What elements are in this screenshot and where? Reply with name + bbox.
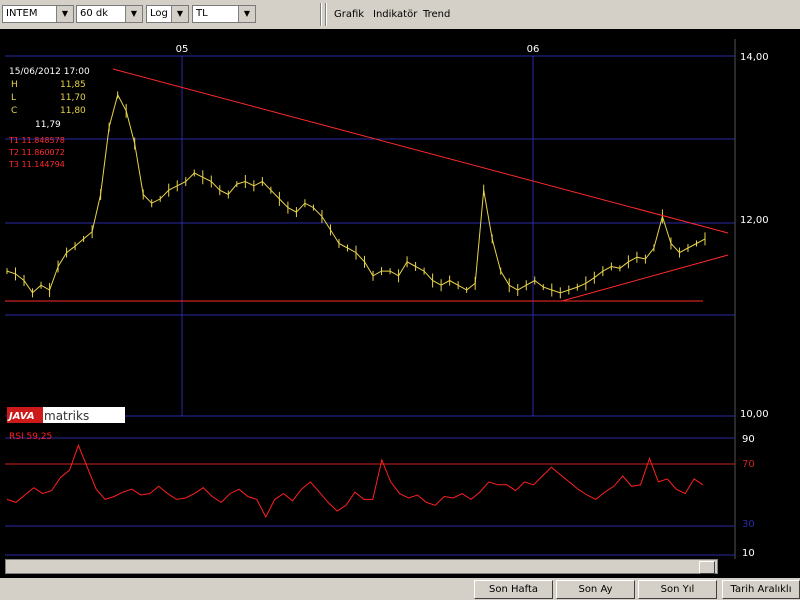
stock-chart[interactable]: 05 06 14,00 12,00 10,00 15/06/2012 17:00…: [0, 29, 800, 577]
info-c-label: C: [11, 106, 17, 116]
chevron-down-icon[interactable]: ▼: [238, 6, 255, 22]
interval-value: 60 dk: [80, 8, 109, 19]
javamatriks-logo: JAVA matriks: [7, 407, 125, 423]
y-tick-label: 12,00: [740, 215, 769, 226]
x-tick-label: 06: [527, 44, 540, 55]
info-last: 11,79: [35, 120, 61, 130]
rsi-series-line: [6, 443, 704, 519]
rsi-tick-label: 30: [742, 519, 755, 530]
rsi-tick-label: 10: [742, 548, 755, 559]
svg-text:matriks: matriks: [44, 409, 89, 423]
price-bars: [6, 91, 706, 299]
toolbar: INTEM ▼ 60 dk ▼ Log ▼ TL ▼ Grafik Indika…: [0, 0, 800, 29]
toolbar-divider: [320, 3, 322, 26]
symbol-select[interactable]: INTEM ▼: [2, 5, 74, 23]
svg-text:JAVA: JAVA: [7, 411, 35, 422]
info-l-label: L: [11, 93, 16, 103]
chart-grid: [5, 39, 736, 559]
price-series-line: [6, 93, 706, 294]
trend-line-resistance[interactable]: [112, 68, 729, 234]
menu-trend[interactable]: Trend: [423, 9, 450, 20]
x-tick-label: 05: [176, 44, 189, 55]
trend-value-t2: T2 11.860072: [8, 148, 65, 157]
scale-select[interactable]: Log ▼: [146, 5, 189, 23]
trend-value-t3: T3 11.144794: [8, 160, 65, 169]
chart-scrollbar[interactable]: [5, 559, 718, 574]
bottom-bar: Son Hafta Son Ay Son Yıl Tarih Aralıklı: [0, 578, 800, 600]
y-tick-label: 14,00: [740, 52, 769, 63]
last-month-button[interactable]: Son Ay: [556, 580, 635, 599]
scale-value: Log: [150, 8, 168, 19]
info-close: 11,80: [60, 106, 86, 116]
menu-indikator[interactable]: Indikatör: [373, 9, 417, 20]
interval-select[interactable]: 60 dk ▼: [76, 5, 143, 23]
date-range-button[interactable]: Tarih Aralıklı: [722, 580, 800, 599]
last-year-button[interactable]: Son Yıl: [638, 580, 717, 599]
y-tick-label: 10,00: [740, 409, 769, 420]
scrollbar-thumb[interactable]: [699, 561, 715, 574]
rsi-tick-label: 90: [742, 434, 755, 445]
chevron-down-icon[interactable]: ▼: [125, 6, 142, 22]
info-high: 11,85: [60, 80, 86, 90]
info-low: 11,70: [60, 93, 86, 103]
menu-grafik[interactable]: Grafik: [334, 9, 364, 20]
rsi-tick-label: 70: [742, 459, 755, 470]
info-date: 15/06/2012 17:00: [9, 67, 90, 77]
chevron-down-icon[interactable]: ▼: [171, 6, 188, 22]
trend-value-t1: T1 11.848578: [8, 136, 65, 145]
currency-select[interactable]: TL ▼: [192, 5, 256, 23]
currency-value: TL: [196, 8, 208, 19]
info-h-label: H: [11, 80, 18, 90]
last-week-button[interactable]: Son Hafta: [474, 580, 553, 599]
symbol-value: INTEM: [6, 8, 38, 19]
toolbar-divider: [325, 3, 327, 26]
rsi-label: RSI 59,25: [9, 432, 52, 442]
chevron-down-icon[interactable]: ▼: [56, 6, 73, 22]
